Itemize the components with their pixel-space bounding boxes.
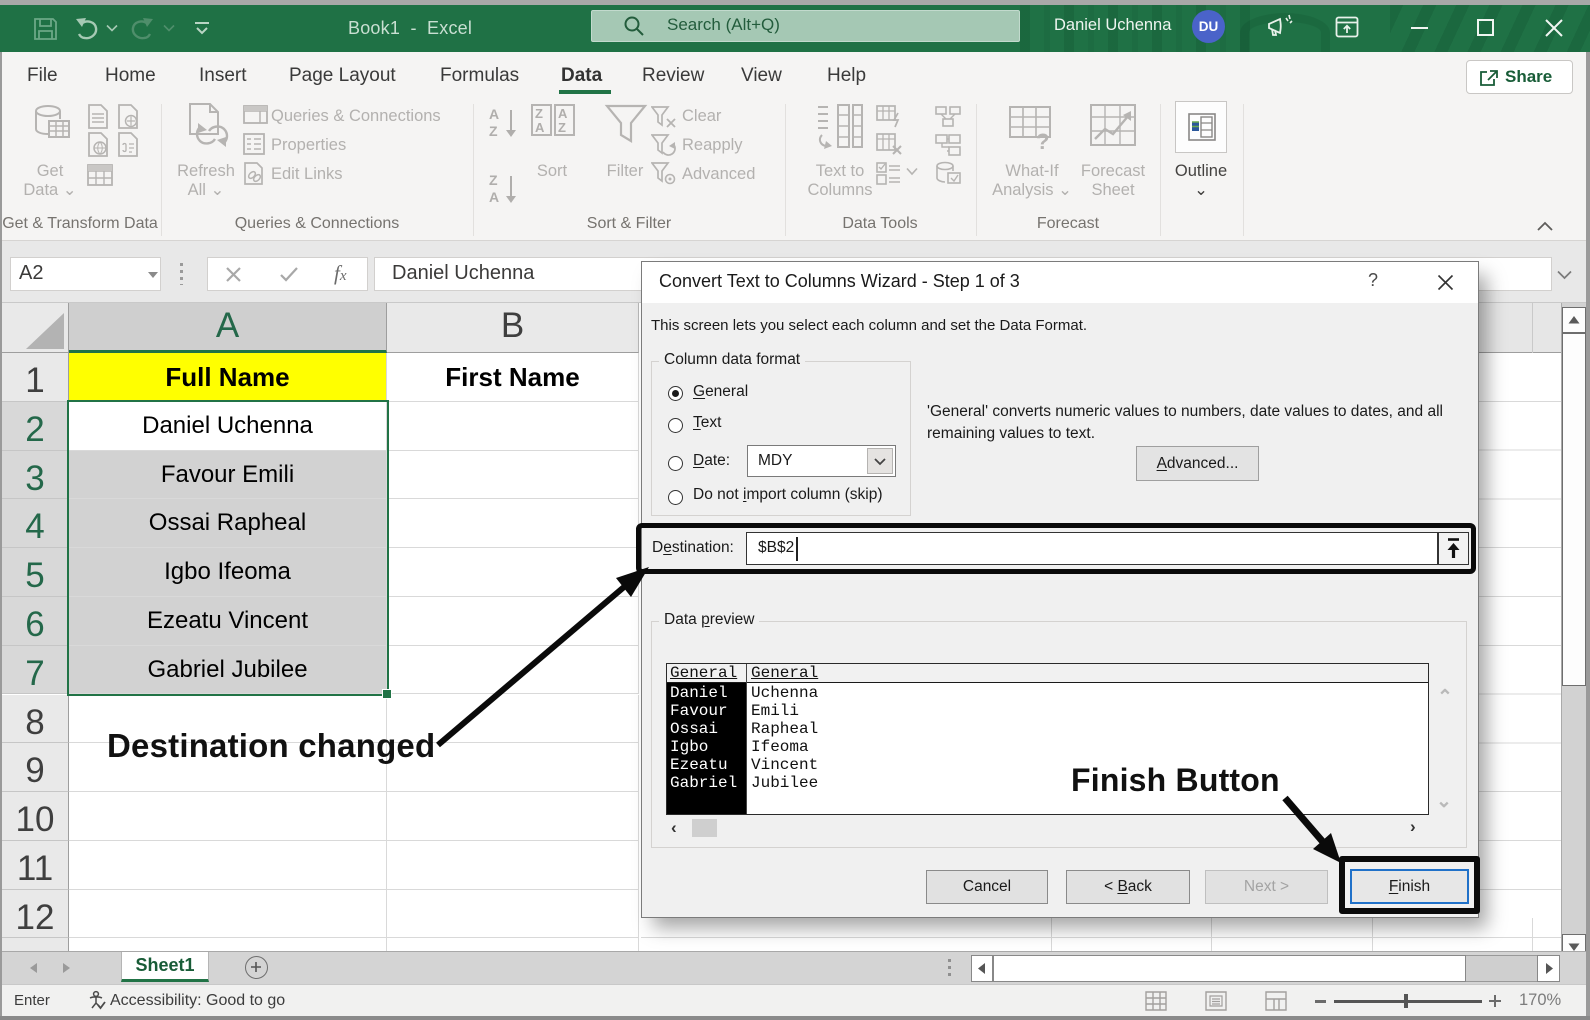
svg-text:A: A [558, 106, 568, 121]
svg-text:A: A [489, 189, 499, 205]
svg-text:Z: Z [489, 123, 498, 139]
svg-text:A: A [489, 106, 499, 122]
svg-text:Z: Z [558, 120, 566, 135]
svg-text:Z: Z [489, 172, 498, 188]
svg-text:?: ? [1036, 129, 1049, 151]
svg-text:A: A [535, 120, 545, 135]
svg-text:Z: Z [535, 106, 543, 121]
